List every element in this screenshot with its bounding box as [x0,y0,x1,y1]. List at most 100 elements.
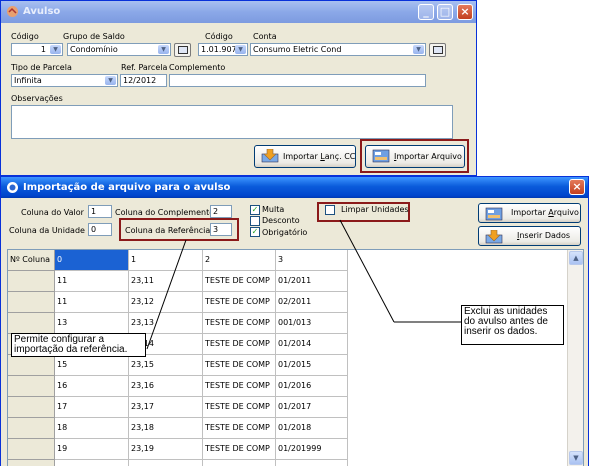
grid-row-header[interactable] [8,355,55,376]
grid-cell[interactable]: TESTE DE COMP [203,292,276,313]
grid-cell[interactable]: 23,15 [129,355,203,376]
observacoes-label: Observações [11,94,63,103]
grid-cell[interactable]: TESTE DE COMP [203,460,276,466]
grid-cell[interactable]: 01/2011 [276,271,348,292]
chevron-down-icon[interactable]: ▼ [413,45,424,54]
grid-cell[interactable]: 23,19 [129,439,203,460]
grid-cell[interactable]: TESTE DE COMP [203,397,276,418]
grid-column-number[interactable]: 2 [203,250,276,271]
referencia-callout: Permite configurar a importação da refer… [11,333,146,357]
grid-cell[interactable]: TESTE DE COMP [203,334,276,355]
conta-select[interactable]: Consumo Eletric Cond ▼ [250,43,426,56]
importar-lanc-cc-button[interactable]: Importar Lanç. CC [254,145,356,168]
importacao-titlebar[interactable]: Importação de arquivo para o avulso × [1,177,588,198]
observacoes-textarea[interactable] [11,105,453,139]
grid-column-number[interactable]: 0 [55,250,129,271]
coluna-valor-input[interactable]: 1 [88,205,112,218]
insert-data-icon [485,229,503,244]
grid-cell[interactable]: 23,16 [129,376,203,397]
grid-row-header[interactable] [8,292,55,313]
scroll-up-icon[interactable]: ▲ [569,251,583,265]
grid-cell[interactable]: TESTE DE COMP [203,376,276,397]
chevron-down-icon[interactable]: ▼ [50,45,61,54]
grid-cell[interactable]: 20 [55,460,129,466]
conta-lookup-button[interactable] [429,43,446,57]
obrigatorio-checkbox[interactable]: ✓ [250,227,260,237]
grid-cell[interactable]: TESTE DE COMP [203,355,276,376]
grid-column-number[interactable]: 3 [276,250,348,271]
desconto-checkbox[interactable] [250,216,260,226]
vertical-scrollbar[interactable]: ▲ ▼ [567,250,583,466]
grid-cell[interactable]: 01/2016 [276,376,348,397]
grid-cell[interactable]: 23,17 [129,397,203,418]
grid-row-header[interactable] [8,313,55,334]
grid-cell[interactable]: 23,20 [129,460,203,466]
coluna-referencia-input[interactable]: 3 [210,223,232,236]
grid-column-number[interactable]: 1 [129,250,203,271]
grid-cell[interactable]: 15 [55,355,129,376]
coluna-complemento-input[interactable]: 2 [210,205,232,218]
grid-cell[interactable]: 01/2018 [276,418,348,439]
grid-cell[interactable]: TESTE DE COMP [203,313,276,334]
grid-cell[interactable]: TESTE DE COMP [203,271,276,292]
grupo-saldo-value: Condomínio [70,45,118,54]
grid-cell[interactable]: 19 [55,439,129,460]
importar-arquivo-button[interactable]: Importar Arquivo [365,145,465,168]
grid-cell[interactable]: TESTE DE COMP [203,418,276,439]
grid-cell[interactable]: 01/2017 [276,397,348,418]
multa-checkbox[interactable]: ✓ [250,205,260,215]
grid-cell[interactable]: 01/2020 [276,460,348,466]
grid-cell[interactable]: 02/2011 [276,292,348,313]
complemento-field[interactable] [169,74,426,87]
grid-cell[interactable]: 11 [55,271,129,292]
coluna-unidade-input[interactable]: 0 [88,223,112,236]
grid-row-header-label: Nº Coluna [8,250,55,271]
grid-cell[interactable]: 001/013 [276,313,348,334]
minimize-button[interactable]: _ [418,4,434,20]
data-grid[interactable]: Nº Coluna 0 1 2 3 11 23,11 TESTE DE COMP 01/2011… [7,249,584,466]
close-button[interactable]: × [569,179,585,195]
grid-row-header[interactable] [8,376,55,397]
grid-cell[interactable]: 01/201999 [276,439,348,460]
grid-cell[interactable]: 18 [55,418,129,439]
grid-cell[interactable]: 01/2015 [276,355,348,376]
chevron-down-icon[interactable]: ▼ [105,76,116,85]
inserir-dados-button[interactable]: Inserir Dados [478,226,581,246]
grid-row-header[interactable] [8,460,55,466]
grid-cell[interactable]: 01/2014 [276,334,348,355]
maximize-icon: □ [439,5,451,18]
codigo-select[interactable]: 1 ▼ [11,43,63,56]
grid-cell[interactable]: TESTE DE COMP [203,439,276,460]
grupo-saldo-select[interactable]: Condomínio ▼ [67,43,171,56]
maximize-button[interactable]: □ [437,4,453,20]
chevron-down-icon[interactable]: ▼ [158,45,169,54]
grid-row-header[interactable] [8,397,55,418]
close-button[interactable]: × [457,4,473,20]
chevron-down-icon[interactable]: ▼ [235,45,246,54]
grid-cell[interactable]: 23,12 [129,292,203,313]
scroll-down-icon[interactable]: ▼ [569,451,583,465]
import-file-icon [372,149,390,163]
importar-arquivo-dialog-button[interactable]: Importar Arquivo [478,203,581,223]
grid-cell[interactable]: 13 [55,313,129,334]
grupo-lookup-button[interactable] [174,43,191,57]
lookup-icon [178,46,188,54]
grid-row-header[interactable] [8,271,55,292]
grid-cell[interactable]: 23,11 [129,271,203,292]
grid-row-header[interactable] [8,418,55,439]
grid-row-header[interactable] [8,439,55,460]
limpar-unidades-checkbox[interactable] [325,205,335,215]
ref-parcela-field[interactable]: 12/2012 [120,74,167,87]
grid-cell[interactable]: 11 [55,292,129,313]
grid-cell[interactable]: 23,13 [129,313,203,334]
grid-cell[interactable]: 23,18 [129,418,203,439]
grid-cell[interactable]: 16 [55,376,129,397]
grupo-saldo-label: Grupo de Saldo [63,32,125,41]
grid-cell[interactable]: 17 [55,397,129,418]
tipo-parcela-select[interactable]: Infinita ▼ [11,74,118,87]
avulso-titlebar[interactable]: Avulso _ □ × [1,1,476,23]
codigo-conta-select[interactable]: 1.01.907 ▼ [198,43,248,56]
importar-arquivo-label-post: mportar Arquivo [396,152,462,161]
codigo-label: Código [11,32,39,41]
coluna-referencia-value: 3 [213,225,219,234]
